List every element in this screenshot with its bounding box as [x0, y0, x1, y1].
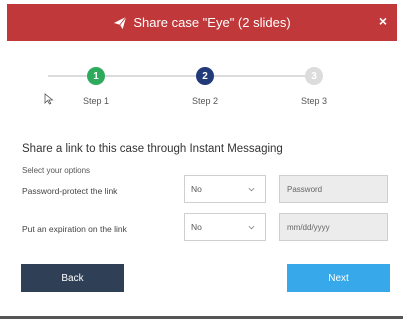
expiration-date-input[interactable]: mm/dd/yyyy: [279, 213, 388, 241]
expiration-date-placeholder: mm/dd/yyyy: [287, 222, 330, 232]
step-3-label: Step 3: [300, 96, 328, 106]
step-1-number: 1: [93, 70, 99, 82]
password-protect-select[interactable]: No: [184, 175, 266, 203]
step-1-label: Step 1: [82, 96, 110, 106]
expiration-select[interactable]: No: [184, 213, 266, 241]
step-2-number: 2: [202, 70, 208, 82]
close-icon[interactable]: ×: [379, 14, 387, 28]
password-input-placeholder: Password: [287, 184, 323, 194]
chevron-down-icon: [248, 187, 255, 192]
dialog-title: Share case "Eye" (2 slides): [133, 15, 291, 30]
options-subhead: Select your options: [22, 166, 91, 175]
chevron-down-icon: [248, 225, 255, 230]
dialog-title-wrap: Share case "Eye" (2 slides): [113, 15, 291, 30]
expiration-label: Put an expiration on the link: [22, 224, 127, 234]
next-button[interactable]: Next: [287, 264, 390, 292]
step-1-circle: 1: [87, 67, 105, 85]
step-3-circle: 3: [305, 67, 323, 85]
step-3-number: 3: [311, 70, 317, 82]
step-2-label: Step 2: [191, 96, 219, 106]
password-protect-label: Password-protect the link: [22, 186, 118, 196]
dialog-header: Share case "Eye" (2 slides) ×: [7, 4, 397, 41]
password-input[interactable]: Password: [279, 175, 388, 203]
expiration-select-value: No: [191, 222, 202, 232]
back-button[interactable]: Back: [21, 264, 124, 292]
mouse-cursor-icon: [44, 93, 54, 105]
share-dialog: Share case "Eye" (2 slides) × 1 Step 1 2…: [0, 0, 403, 319]
step-2-circle: 2: [196, 67, 214, 85]
password-protect-select-value: No: [191, 184, 202, 194]
section-title: Share a link to this case through Instan…: [22, 143, 283, 155]
stepper: 1 Step 1 2 Step 2 3 Step 3: [0, 58, 403, 118]
send-icon: [114, 16, 127, 29]
